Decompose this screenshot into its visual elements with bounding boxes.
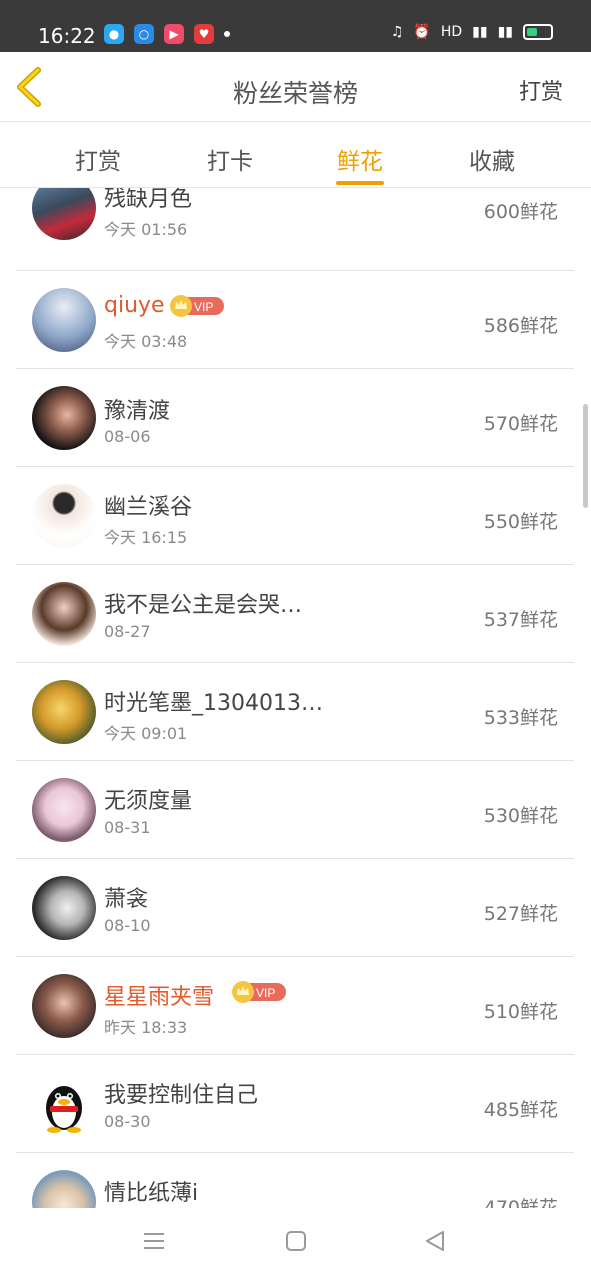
flower-count: 537鲜花 — [483, 609, 558, 631]
fan-name: 我不是公主是会哭… — [104, 593, 303, 618]
flower-count: 586鲜花 — [483, 315, 558, 337]
fan-name: 萧衾 — [104, 887, 149, 912]
reward-button[interactable]: 打赏 — [519, 74, 563, 106]
vip-badge-icon: VIP — [232, 981, 286, 1003]
battery-icon — [523, 24, 553, 40]
avatar — [32, 484, 96, 548]
vip-badge-icon: VIP — [170, 295, 224, 317]
tab-checkin[interactable]: 打卡 — [182, 142, 278, 176]
system-nav-bar — [0, 1208, 591, 1280]
fan-time: 08-27 — [104, 622, 151, 641]
flower-count: 550鲜花 — [483, 511, 558, 533]
qq-penguin-icon — [46, 1086, 82, 1133]
status-bar: 16:22 ● ○ ▶ ♥ ♫ ⏰ HD ▮▮ ▮▮ — [0, 0, 591, 52]
list-item[interactable]: 残缺月色 今天 01:56 600鲜花 — [16, 188, 574, 271]
list-item[interactable]: 情比纸薄i 470鲜花 — [16, 1153, 574, 1208]
more-notifications-icon — [224, 31, 230, 37]
avatar — [32, 1072, 96, 1136]
home-icon[interactable] — [285, 1230, 307, 1252]
fan-list[interactable]: 残缺月色 今天 01:56 600鲜花 qiuye VIP 今天 03:48 5… — [0, 188, 591, 1208]
tab-bar: 打赏 打卡 鲜花 收藏 — [0, 122, 591, 188]
hd-label: HD — [440, 24, 463, 40]
list-item[interactable]: 时光笔墨_1304013… 今天 09:01 533鲜花 — [16, 663, 574, 761]
flower-count: 485鲜花 — [483, 1099, 558, 1121]
list-item[interactable]: qiuye VIP 今天 03:48 586鲜花 — [16, 271, 574, 369]
status-time: 16:22 — [38, 24, 96, 48]
flower-count: 530鲜花 — [483, 805, 558, 827]
fan-time: 08-30 — [104, 1112, 151, 1131]
fan-name: qiuye — [104, 293, 165, 318]
alarm-icon: ⏰ — [413, 24, 431, 40]
avatar — [32, 876, 96, 940]
fan-name: 时光笔墨_1304013… — [104, 691, 323, 716]
avatar — [32, 288, 96, 352]
tab-favorites[interactable]: 收藏 — [444, 142, 540, 176]
fan-time: 今天 16:15 — [104, 528, 188, 547]
fan-time: 昨天 18:33 — [104, 1018, 188, 1037]
active-tab-indicator — [336, 181, 384, 185]
qq-icon: ● — [104, 24, 124, 44]
fan-name: 我要控制住自己 — [104, 1083, 259, 1108]
avatar — [32, 680, 96, 744]
fan-time: 08-06 — [104, 427, 151, 446]
fan-time: 今天 09:01 — [104, 724, 188, 743]
fan-name: 无须度量 — [104, 789, 193, 814]
mute-icon: ♫ — [390, 24, 404, 40]
fan-name: 残缺月色 — [104, 188, 193, 212]
flower-count: 527鲜花 — [483, 903, 558, 925]
fan-time: 今天 03:48 — [104, 332, 188, 351]
system-indicators: ♫ ⏰ HD ▮▮ ▮▮ — [391, 24, 553, 40]
fan-name: 豫清渡 — [104, 399, 171, 424]
flower-count: 570鲜花 — [483, 413, 558, 435]
fan-name: 幽兰溪谷 — [104, 495, 193, 520]
fan-time: 08-10 — [104, 916, 151, 935]
list-item[interactable]: 幽兰溪谷 今天 16:15 550鲜花 — [16, 467, 574, 565]
list-item[interactable]: 萧衾 08-10 527鲜花 — [16, 859, 574, 957]
browser-icon: ○ — [134, 24, 154, 44]
scrollbar[interactable] — [583, 404, 588, 508]
nav-bar: 粉丝荣誉榜 打赏 — [0, 52, 591, 122]
avatar — [32, 778, 96, 842]
notification-icons: ● ○ ▶ ♥ — [104, 24, 230, 44]
list-item[interactable]: 我要控制住自己 08-30 485鲜花 — [16, 1055, 574, 1153]
list-item[interactable]: 豫清渡 08-06 570鲜花 — [16, 369, 574, 467]
avatar — [32, 974, 96, 1038]
tab-flowers[interactable]: 鲜花 — [312, 142, 408, 176]
fan-time: 今天 01:56 — [104, 220, 188, 239]
fan-name: 星星雨夹雪 — [104, 985, 215, 1010]
flower-count: 510鲜花 — [483, 1001, 558, 1023]
avatar — [32, 1170, 96, 1208]
music-app-icon: ♥ — [194, 24, 214, 44]
avatar — [32, 386, 96, 450]
video-app-icon: ▶ — [164, 24, 184, 44]
page-title: 粉丝荣誉榜 — [232, 79, 358, 108]
fan-time: 08-31 — [104, 818, 151, 837]
flower-count: 533鲜花 — [483, 707, 558, 729]
back-triangle-icon[interactable] — [424, 1230, 446, 1252]
flower-count: 470鲜花 — [483, 1197, 558, 1208]
menu-icon[interactable] — [143, 1230, 165, 1252]
fan-name: 情比纸薄i — [104, 1181, 199, 1206]
signal-icon: ▮▮ — [472, 24, 488, 40]
list-item[interactable]: 星星雨夹雪 VIP 昨天 18:33 510鲜花 — [16, 957, 574, 1055]
avatar — [32, 188, 96, 240]
tab-reward[interactable]: 打赏 — [50, 142, 146, 176]
signal-icon-2: ▮▮ — [497, 24, 513, 40]
list-item[interactable]: 无须度量 08-31 530鲜花 — [16, 761, 574, 859]
flower-count: 600鲜花 — [483, 201, 558, 223]
list-item[interactable]: 我不是公主是会哭… 08-27 537鲜花 — [16, 565, 574, 663]
svg-text:VIP: VIP — [194, 300, 213, 314]
svg-text:VIP: VIP — [256, 986, 275, 1000]
avatar — [32, 582, 96, 646]
